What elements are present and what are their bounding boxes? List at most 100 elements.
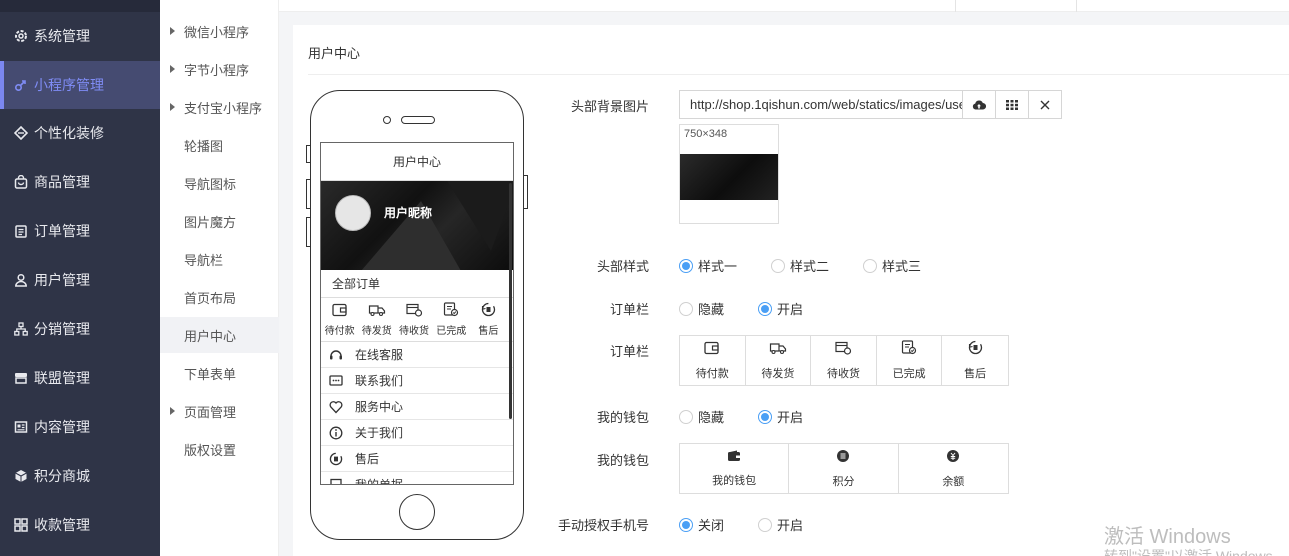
- chat-icon: [329, 374, 349, 388]
- user-header-banner: 用户昵称: [321, 181, 513, 270]
- sidebar-item[interactable]: 小程序管理: [0, 61, 160, 109]
- wallet-item[interactable]: 积分: [789, 444, 899, 493]
- radio-order-show[interactable]: 开启: [758, 299, 803, 318]
- sidebar-item[interactable]: 内容管理: [0, 403, 160, 451]
- radio-auth-off[interactable]: 关闭: [679, 515, 724, 534]
- phone-auth-radios: 关闭 开启: [679, 515, 837, 534]
- phone-menu-item: 服务中心: [321, 394, 513, 420]
- sidebar-item[interactable]: 用户管理: [0, 256, 160, 304]
- submenu-item[interactable]: 字节小程序: [160, 51, 279, 87]
- submenu-item[interactable]: 版权设置: [160, 431, 279, 467]
- submenu-item[interactable]: 首页布局: [160, 279, 279, 315]
- radio-style-1[interactable]: 样式一: [679, 256, 737, 275]
- sidebar-item-label: 个性化装修: [34, 125, 104, 141]
- link-icon: [14, 78, 28, 92]
- radio-dot: [771, 258, 786, 273]
- camera-icon: [383, 116, 391, 124]
- phone-screen-title: 用户中心: [321, 143, 513, 181]
- radio-wallet-show[interactable]: 开启: [758, 407, 803, 426]
- package-icon: [835, 341, 852, 360]
- speaker-icon: [401, 116, 435, 124]
- sidebar-item[interactable]: 订单管理: [0, 207, 160, 255]
- submenu-item[interactable]: 用户中心: [160, 317, 279, 353]
- phone-screen: 用户中心 用户昵称 全部订单 待付款 待发货 待收货 已完成 售后 在线客服 联系我们 服务…: [320, 142, 514, 485]
- sidebar-item[interactable]: 联盟管理: [0, 354, 160, 402]
- phone-order-bar: 待付款 待发货 待收货 已完成 售后: [321, 298, 513, 342]
- radio-label: 样式一: [698, 259, 738, 274]
- home-button: [399, 494, 435, 530]
- bg-image-field: http://shop.1qishun.com/web/statics/imag…: [679, 90, 1062, 119]
- after-sale-icon: [481, 302, 496, 322]
- submenu-item[interactable]: 微信小程序: [160, 13, 279, 49]
- sidebar-item[interactable]: 商品管理: [0, 158, 160, 206]
- radio-style-2[interactable]: 样式二: [771, 256, 829, 275]
- radio-style-3[interactable]: 样式三: [863, 256, 921, 275]
- cloud-upload-icon: [972, 100, 986, 109]
- submenu-item[interactable]: 下单表单: [160, 355, 279, 391]
- wallet-item[interactable]: 余额: [899, 444, 1008, 493]
- sidebar-item[interactable]: 个性化装修: [0, 109, 160, 157]
- phone-order-item: 待收货: [395, 298, 432, 341]
- order-bar-item-label: 待付款: [695, 367, 729, 380]
- doc-icon: [14, 420, 28, 434]
- user-nickname: 用户昵称: [384, 206, 433, 220]
- grid-icon: [14, 518, 28, 532]
- phone-menu-item: 售后: [321, 446, 513, 472]
- submenu-item[interactable]: 页面管理: [160, 393, 279, 429]
- phone-order-label: 已完成: [436, 326, 467, 337]
- library-button[interactable]: [995, 91, 1028, 118]
- order-bar-item[interactable]: 已完成: [877, 336, 943, 385]
- headset-icon: [329, 348, 349, 362]
- radio-label: 开启: [777, 518, 804, 533]
- sidebar-item-label: 内容管理: [34, 419, 90, 435]
- radio-wallet-hide[interactable]: 隐藏: [679, 407, 724, 426]
- clear-button[interactable]: [1028, 91, 1061, 118]
- sidebar-item-label: 系统管理: [34, 28, 90, 44]
- upload-button[interactable]: [962, 91, 995, 118]
- sidebar-item-label: 收款管理: [34, 517, 90, 533]
- order-bar-item[interactable]: 待收货: [811, 336, 877, 385]
- submenu-item[interactable]: 导航栏: [160, 241, 279, 277]
- sidebar-item-label: 商品管理: [34, 174, 90, 190]
- org-icon: [14, 322, 28, 336]
- bg-image-url-input[interactable]: http://shop.1qishun.com/web/statics/imag…: [680, 91, 962, 118]
- radio-label: 样式三: [882, 259, 922, 274]
- sidebar-item[interactable]: 收款管理: [0, 501, 160, 549]
- order-bar-item[interactable]: 待付款: [680, 336, 746, 385]
- radio-auth-on[interactable]: 开启: [758, 515, 803, 534]
- order-bar-radios: 隐藏 开启: [679, 299, 837, 318]
- sidebar-item[interactable]: 分销管理: [0, 305, 160, 353]
- order-bar-item[interactable]: 售后: [942, 336, 1008, 385]
- order-bar-item[interactable]: 待发货: [746, 336, 812, 385]
- sidebar-item[interactable]: 积分商城: [0, 452, 160, 500]
- sidebar-item-label: 积分商城: [34, 468, 90, 484]
- order-bar-item-label: 售后: [964, 368, 987, 380]
- submenu-item-label: 支付宝小程序: [184, 100, 263, 116]
- submenu-item[interactable]: 导航图标: [160, 165, 279, 201]
- radio-order-hide[interactable]: 隐藏: [679, 299, 724, 318]
- wallet-item[interactable]: 我的钱包: [680, 444, 790, 493]
- phone-side-button: [524, 175, 528, 209]
- order-bar-toggle-label: 订单栏: [609, 302, 649, 317]
- top-bar-divider: [955, 0, 956, 12]
- image-size-text: 750×348: [684, 128, 728, 140]
- check-doc-icon: [443, 302, 459, 322]
- submenu-item[interactable]: 图片魔方: [160, 203, 279, 239]
- bag-icon: [14, 175, 28, 189]
- divider: [308, 74, 1289, 75]
- submenu-item[interactable]: 支付宝小程序: [160, 89, 279, 125]
- submenu-item-label: 图片魔方: [184, 214, 237, 230]
- radio-dot: [679, 409, 693, 424]
- phone-menu-item: 在线客服: [321, 342, 513, 368]
- submenu-item-label: 微信小程序: [184, 24, 250, 40]
- submenu-item[interactable]: 轮播图: [160, 127, 279, 163]
- info-icon: [329, 426, 349, 440]
- scrollbar[interactable]: [509, 183, 512, 419]
- sidebar-item-label: 订单管理: [34, 223, 90, 239]
- check-doc-icon: [901, 340, 917, 360]
- sidebar-item[interactable]: 系统管理: [0, 12, 160, 60]
- page-title: 用户中心: [308, 46, 361, 61]
- phone-menu-label: 关于我们: [355, 426, 404, 440]
- after-sale-icon: [329, 452, 349, 466]
- sidebar-item-label: 联盟管理: [34, 370, 90, 386]
